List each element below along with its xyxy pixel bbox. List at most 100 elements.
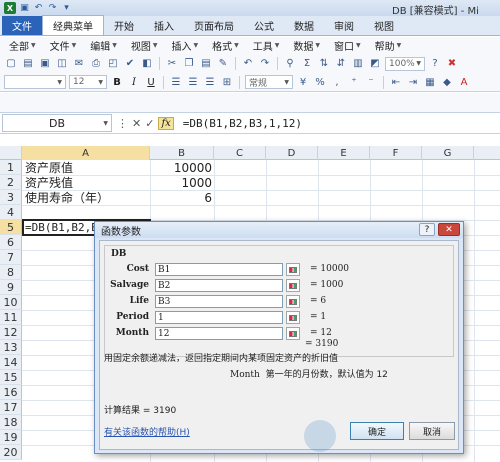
arg-input-month[interactable]: 12 — [155, 327, 283, 340]
save-icon[interactable]: ▣ — [19, 3, 30, 14]
row-header-5[interactable]: 5 — [0, 220, 22, 235]
row-header-6[interactable]: 6 — [0, 235, 22, 250]
research-icon[interactable]: ◧ — [140, 57, 154, 71]
tab-formulas[interactable]: 公式 — [244, 16, 284, 35]
help-icon[interactable]: ? — [428, 57, 442, 71]
spelling-icon[interactable]: ✔ — [123, 57, 137, 71]
cancel-button[interactable]: 取消 — [409, 422, 455, 440]
column-header-d[interactable]: D — [266, 146, 318, 160]
number-format-select[interactable]: 常规 ▼ — [245, 75, 293, 89]
menu-edit[interactable]: 编辑 ▼ — [85, 38, 122, 53]
tab-home[interactable]: 开始 — [104, 16, 144, 35]
redo-icon[interactable]: ↷ — [258, 57, 272, 71]
arg-input-life[interactable]: B3 — [155, 295, 283, 308]
drawing-icon[interactable]: ◩ — [368, 57, 382, 71]
zoom-select[interactable]: 100% ▼ — [385, 56, 425, 71]
font-name-select[interactable]: ▼ — [4, 75, 66, 89]
menu-window[interactable]: 窗口 ▼ — [329, 38, 366, 53]
column-header-g[interactable]: G — [422, 146, 474, 160]
comma-style-icon[interactable]: , — [330, 75, 344, 89]
menu-data[interactable]: 数据 ▼ — [288, 38, 325, 53]
row-header-8[interactable]: 8 — [0, 265, 22, 280]
merge-center-icon[interactable]: ⊞ — [220, 75, 234, 89]
underline-button[interactable]: U — [144, 75, 158, 89]
column-header-c[interactable]: C — [214, 146, 266, 160]
column-header-f[interactable]: F — [370, 146, 422, 160]
row-header-18[interactable]: 18 — [0, 415, 22, 430]
tab-data[interactable]: 数据 — [284, 16, 324, 35]
row-header-4[interactable]: 4 — [0, 205, 22, 220]
arg-input-cost[interactable]: B1 — [155, 263, 283, 276]
column-header-b[interactable]: B — [150, 146, 214, 160]
name-box[interactable]: DB ▼ — [2, 114, 112, 132]
column-header-a[interactable]: A — [22, 146, 150, 160]
range-select-icon[interactable] — [286, 311, 300, 324]
cell-b1[interactable]: 10000 — [150, 160, 212, 175]
font-color-icon[interactable]: A — [457, 75, 471, 89]
menu-insert[interactable]: 插入 ▼ — [167, 38, 204, 53]
align-center-icon[interactable]: ☰ — [186, 75, 200, 89]
menu-view[interactable]: 视图 ▼ — [126, 38, 163, 53]
ok-button[interactable]: 确定 — [350, 422, 404, 440]
undo-icon[interactable]: ↶ — [241, 57, 255, 71]
percent-icon[interactable]: % — [313, 75, 327, 89]
undo-icon[interactable]: ↶ — [33, 3, 44, 14]
cancel-formula-icon[interactable]: ✕ — [132, 117, 141, 130]
row-header-12[interactable]: 12 — [0, 325, 22, 340]
close-icon[interactable]: ✖ — [445, 57, 459, 71]
arg-input-salvage[interactable]: B2 — [155, 279, 283, 292]
currency-icon[interactable]: ¥ — [296, 75, 310, 89]
permission-icon[interactable]: ◫ — [55, 57, 69, 71]
decrease-decimal-icon[interactable]: ⁻ — [364, 75, 378, 89]
row-header-10[interactable]: 10 — [0, 295, 22, 310]
row-header-19[interactable]: 19 — [0, 430, 22, 445]
email-icon[interactable]: ✉ — [72, 57, 86, 71]
decrease-indent-icon[interactable]: ⇤ — [389, 75, 403, 89]
borders-icon[interactable]: ▦ — [423, 75, 437, 89]
menu-format[interactable]: 格式 ▼ — [207, 38, 244, 53]
tab-review[interactable]: 审阅 — [324, 16, 364, 35]
fill-color-icon[interactable]: ◆ — [440, 75, 454, 89]
tab-classic-menu[interactable]: 经典菜单 — [42, 15, 104, 35]
tab-page-layout[interactable]: 页面布局 — [184, 16, 244, 35]
function-help-link[interactable]: 有关该函数的帮助(H) — [104, 425, 190, 438]
row-header-17[interactable]: 17 — [0, 400, 22, 415]
hyperlink-icon[interactable]: ⚲ — [283, 57, 297, 71]
row-header-13[interactable]: 13 — [0, 340, 22, 355]
cell-b3[interactable]: 6 — [150, 190, 212, 205]
select-all-corner[interactable] — [0, 146, 22, 160]
font-size-select[interactable]: 12 ▼ — [69, 75, 107, 89]
help-button[interactable]: ? — [419, 223, 435, 236]
range-select-icon[interactable] — [286, 279, 300, 292]
tab-file[interactable]: 文件 — [2, 16, 42, 35]
cell-a3[interactable]: 使用寿命（年） — [25, 190, 109, 205]
cut-icon[interactable]: ✂ — [165, 57, 179, 71]
print-icon[interactable]: ⎙ — [89, 57, 103, 71]
sort-ascending-icon[interactable]: ⇅ — [317, 57, 331, 71]
customize-qat-icon[interactable]: ▾ — [61, 3, 72, 14]
row-header-1[interactable]: 1 — [0, 160, 22, 175]
cell-b2[interactable]: 1000 — [150, 175, 212, 190]
print-preview-icon[interactable]: ◰ — [106, 57, 120, 71]
row-header-14[interactable]: 14 — [0, 355, 22, 370]
increase-indent-icon[interactable]: ⇥ — [406, 75, 420, 89]
autosum-icon[interactable]: Σ — [300, 57, 314, 71]
formula-input[interactable]: =DB(B1,B2,B3,1,12) — [179, 117, 302, 130]
menu-file[interactable]: 文件 ▼ — [45, 38, 82, 53]
align-left-icon[interactable]: ☰ — [169, 75, 183, 89]
save-icon[interactable]: ▣ — [38, 57, 52, 71]
close-button[interactable]: ✕ — [438, 223, 460, 236]
open-folder-icon[interactable]: ▤ — [21, 57, 35, 71]
enter-formula-icon[interactable]: ✓ — [145, 117, 154, 130]
cell-a1[interactable]: 资产原值 — [25, 160, 73, 175]
arg-input-period[interactable]: 1 — [155, 311, 283, 324]
tab-insert[interactable]: 插入 — [144, 16, 184, 35]
row-header-15[interactable]: 15 — [0, 370, 22, 385]
menu-tools[interactable]: 工具 ▼ — [248, 38, 285, 53]
tab-view[interactable]: 视图 — [364, 16, 404, 35]
range-select-icon[interactable] — [286, 295, 300, 308]
expand-icon[interactable]: ⋮ — [117, 117, 128, 130]
cell-a2[interactable]: 资产残值 — [25, 175, 73, 190]
row-header-20[interactable]: 20 — [0, 445, 22, 460]
increase-decimal-icon[interactable]: ⁺ — [347, 75, 361, 89]
